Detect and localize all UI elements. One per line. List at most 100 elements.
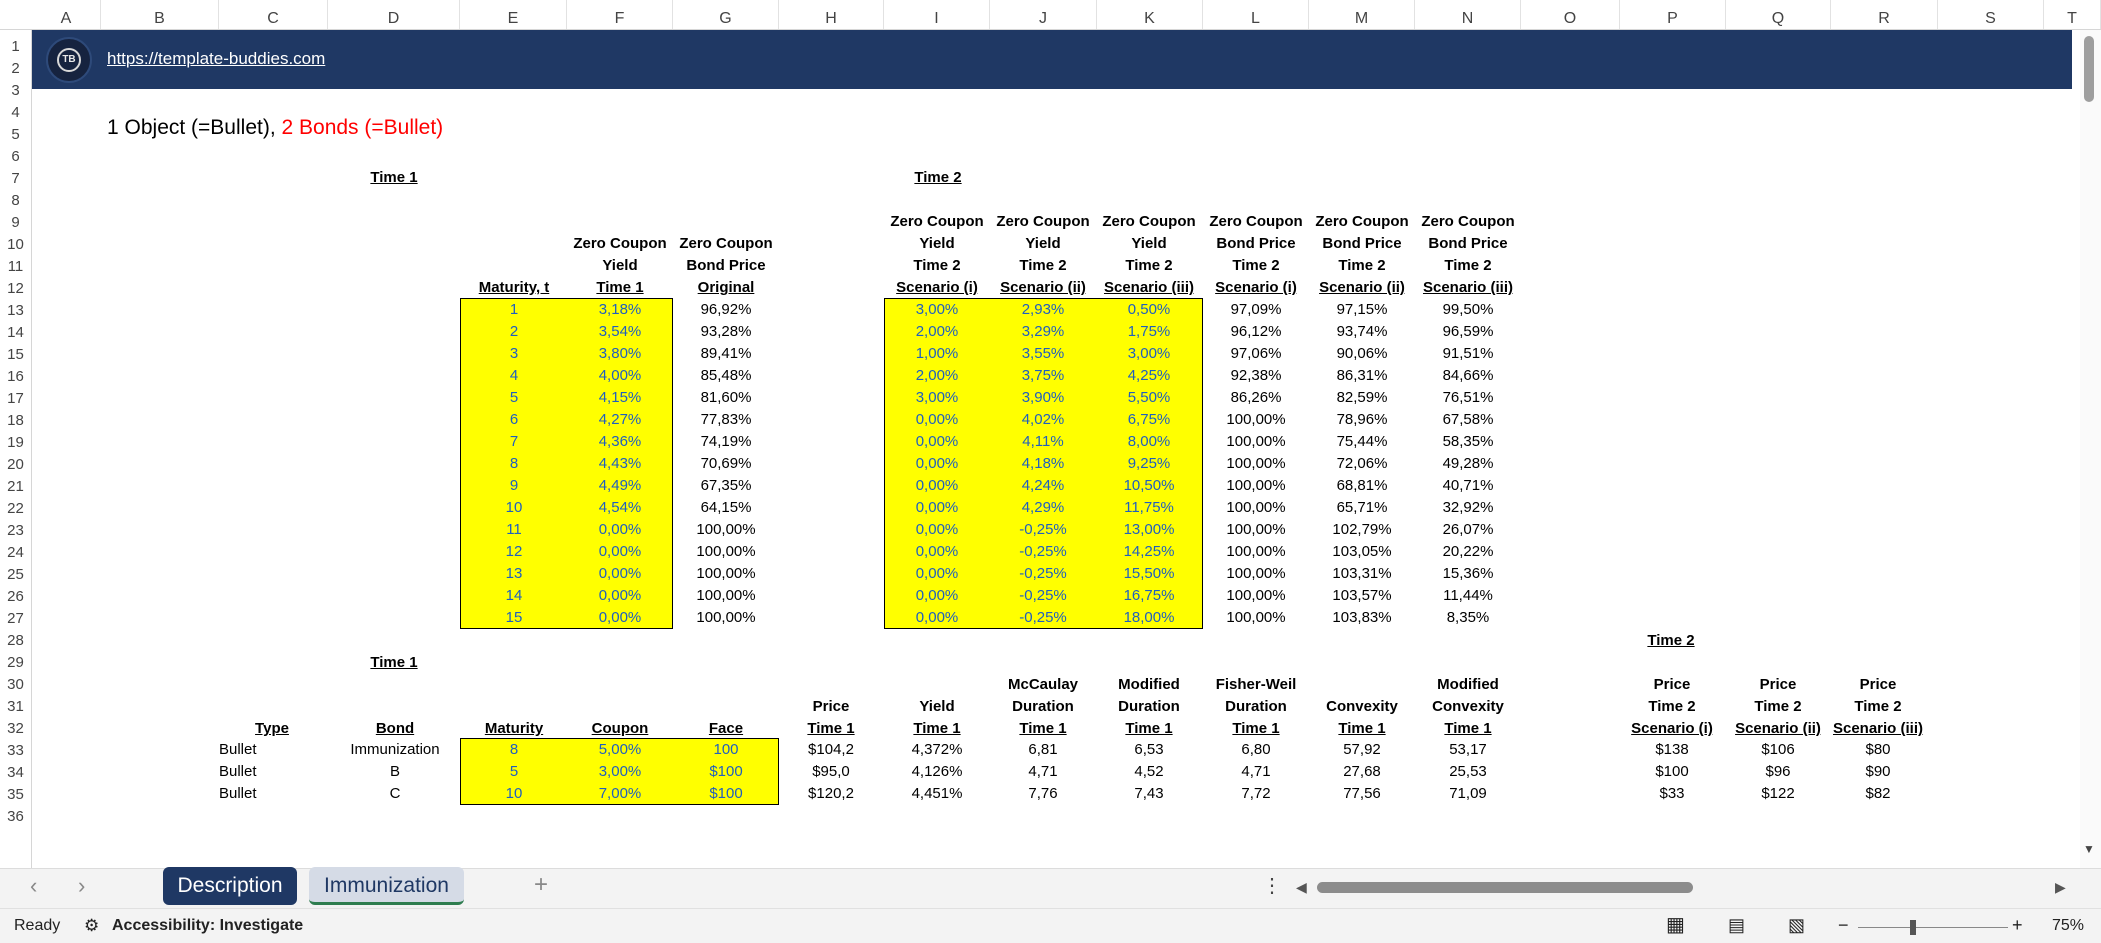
table-cell[interactable]: 7 <box>466 431 562 453</box>
table-cell[interactable]: 100,00% <box>1206 541 1306 563</box>
table-cell[interactable]: 0,00% <box>570 607 670 629</box>
accessibility-icon[interactable]: ⚙ <box>84 908 99 943</box>
row-header[interactable]: 14 <box>0 322 31 344</box>
table-cell[interactable]: 3,29% <box>993 321 1093 343</box>
table-cell[interactable]: 0,00% <box>887 409 987 431</box>
row-header[interactable]: 17 <box>0 388 31 410</box>
page-break-icon[interactable]: ▧ <box>1788 908 1805 943</box>
table-cell[interactable]: 5,00% <box>570 739 670 761</box>
row-header[interactable]: 27 <box>0 608 31 630</box>
table-cell[interactable]: 85,48% <box>676 365 776 387</box>
row-header[interactable]: 8 <box>0 190 31 212</box>
table-cell[interactable]: 0,00% <box>887 541 987 563</box>
table-cell[interactable]: 15,50% <box>1096 563 1202 585</box>
table-cell[interactable]: 84,66% <box>1416 365 1520 387</box>
table-cell[interactable]: 0,00% <box>887 475 987 497</box>
column-header[interactable]: R <box>1831 0 1938 29</box>
row-header[interactable]: 35 <box>0 784 31 806</box>
table-cell[interactable]: 100 <box>676 739 776 761</box>
table-cell[interactable]: Bullet <box>219 739 299 761</box>
table-cell[interactable]: 5 <box>466 761 562 783</box>
website-link[interactable]: https://template-buddies.com <box>107 49 325 69</box>
table-cell[interactable]: 64,15% <box>676 497 776 519</box>
table-cell[interactable]: 4,24% <box>993 475 1093 497</box>
table-cell[interactable]: -0,25% <box>993 541 1093 563</box>
table-cell[interactable]: 81,60% <box>676 387 776 409</box>
table-cell[interactable]: 3,00% <box>1096 343 1202 365</box>
column-header[interactable]: P <box>1620 0 1726 29</box>
accessibility-status[interactable]: Accessibility: Investigate <box>112 908 303 943</box>
table-cell[interactable]: 75,44% <box>1312 431 1412 453</box>
table-cell[interactable]: 6 <box>466 409 562 431</box>
table-cell[interactable]: 14 <box>466 585 562 607</box>
row-header[interactable]: 34 <box>0 762 31 784</box>
table-cell[interactable]: 3,75% <box>993 365 1093 387</box>
table-cell[interactable]: 96,59% <box>1416 321 1520 343</box>
table-cell[interactable]: 70,69% <box>676 453 776 475</box>
table-cell[interactable]: 0,00% <box>887 497 987 519</box>
table-cell[interactable]: 4,372% <box>887 739 987 761</box>
table-cell[interactable]: 2,00% <box>887 321 987 343</box>
row-header[interactable]: 23 <box>0 520 31 542</box>
table-cell[interactable]: 8 <box>466 739 562 761</box>
table-cell[interactable]: 100,00% <box>1206 607 1306 629</box>
column-header[interactable]: T <box>2044 0 2101 29</box>
table-cell[interactable]: 7,76 <box>993 783 1093 805</box>
row-header[interactable]: 21 <box>0 476 31 498</box>
table-cell[interactable]: 10,50% <box>1096 475 1202 497</box>
table-cell[interactable]: Bullet <box>219 761 299 783</box>
table-cell[interactable]: 0,00% <box>887 431 987 453</box>
table-cell[interactable]: 7,72 <box>1206 783 1306 805</box>
table-cell[interactable]: 78,96% <box>1312 409 1412 431</box>
vertical-scroll-thumb[interactable] <box>2084 36 2094 102</box>
table-cell[interactable]: $106 <box>1726 739 1830 761</box>
table-cell[interactable]: 0,00% <box>570 563 670 585</box>
table-cell[interactable]: 20,22% <box>1416 541 1520 563</box>
table-cell[interactable]: 1,75% <box>1096 321 1202 343</box>
scroll-down-icon[interactable]: ▼ <box>2083 838 2095 860</box>
table-cell[interactable]: 100,00% <box>1206 409 1306 431</box>
table-cell[interactable]: 97,09% <box>1206 299 1306 321</box>
table-cell[interactable]: $138 <box>1620 739 1724 761</box>
table-cell[interactable]: 103,57% <box>1312 585 1412 607</box>
zoom-in-icon[interactable]: + <box>2012 908 2023 943</box>
row-header[interactable]: 2 <box>0 58 31 80</box>
table-cell[interactable]: 7,00% <box>570 783 670 805</box>
more-options-icon[interactable]: ⋮ <box>1262 875 1282 897</box>
table-cell[interactable]: 86,26% <box>1206 387 1306 409</box>
column-header[interactable]: D <box>328 0 460 29</box>
table-cell[interactable]: 97,15% <box>1312 299 1412 321</box>
table-cell[interactable]: 11 <box>466 519 562 541</box>
table-cell[interactable]: 100,00% <box>676 519 776 541</box>
column-header[interactable]: H <box>779 0 884 29</box>
table-cell[interactable]: 77,83% <box>676 409 776 431</box>
table-cell[interactable]: 103,31% <box>1312 563 1412 585</box>
table-cell[interactable]: 4,00% <box>570 365 670 387</box>
row-header[interactable]: 13 <box>0 300 31 322</box>
table-cell[interactable]: 96,92% <box>676 299 776 321</box>
column-header[interactable]: F <box>567 0 673 29</box>
row-header[interactable]: 20 <box>0 454 31 476</box>
table-cell[interactable]: 0,00% <box>887 607 987 629</box>
table-cell[interactable]: 3,00% <box>887 387 987 409</box>
table-cell[interactable]: 3,55% <box>993 343 1093 365</box>
table-cell[interactable]: 4,11% <box>993 431 1093 453</box>
row-header[interactable]: 32 <box>0 718 31 740</box>
table-cell[interactable]: 4,71 <box>993 761 1093 783</box>
table-cell[interactable]: 15,36% <box>1416 563 1520 585</box>
table-cell[interactable]: 67,35% <box>676 475 776 497</box>
table-cell[interactable]: 65,71% <box>1312 497 1412 519</box>
column-header[interactable]: A <box>32 0 101 29</box>
table-cell[interactable]: 0,50% <box>1096 299 1202 321</box>
add-sheet-icon[interactable]: + <box>534 873 548 897</box>
table-cell[interactable]: 27,68 <box>1312 761 1412 783</box>
row-header[interactable]: 30 <box>0 674 31 696</box>
table-cell[interactable]: 32,92% <box>1416 497 1520 519</box>
table-cell[interactable]: 0,00% <box>887 453 987 475</box>
table-cell[interactable]: $120,2 <box>781 783 881 805</box>
table-cell[interactable]: 57,92 <box>1312 739 1412 761</box>
row-header[interactable]: 1 <box>0 36 31 58</box>
table-cell[interactable]: 4,36% <box>570 431 670 453</box>
table-cell[interactable]: 0,00% <box>887 519 987 541</box>
table-cell[interactable]: 91,51% <box>1416 343 1520 365</box>
